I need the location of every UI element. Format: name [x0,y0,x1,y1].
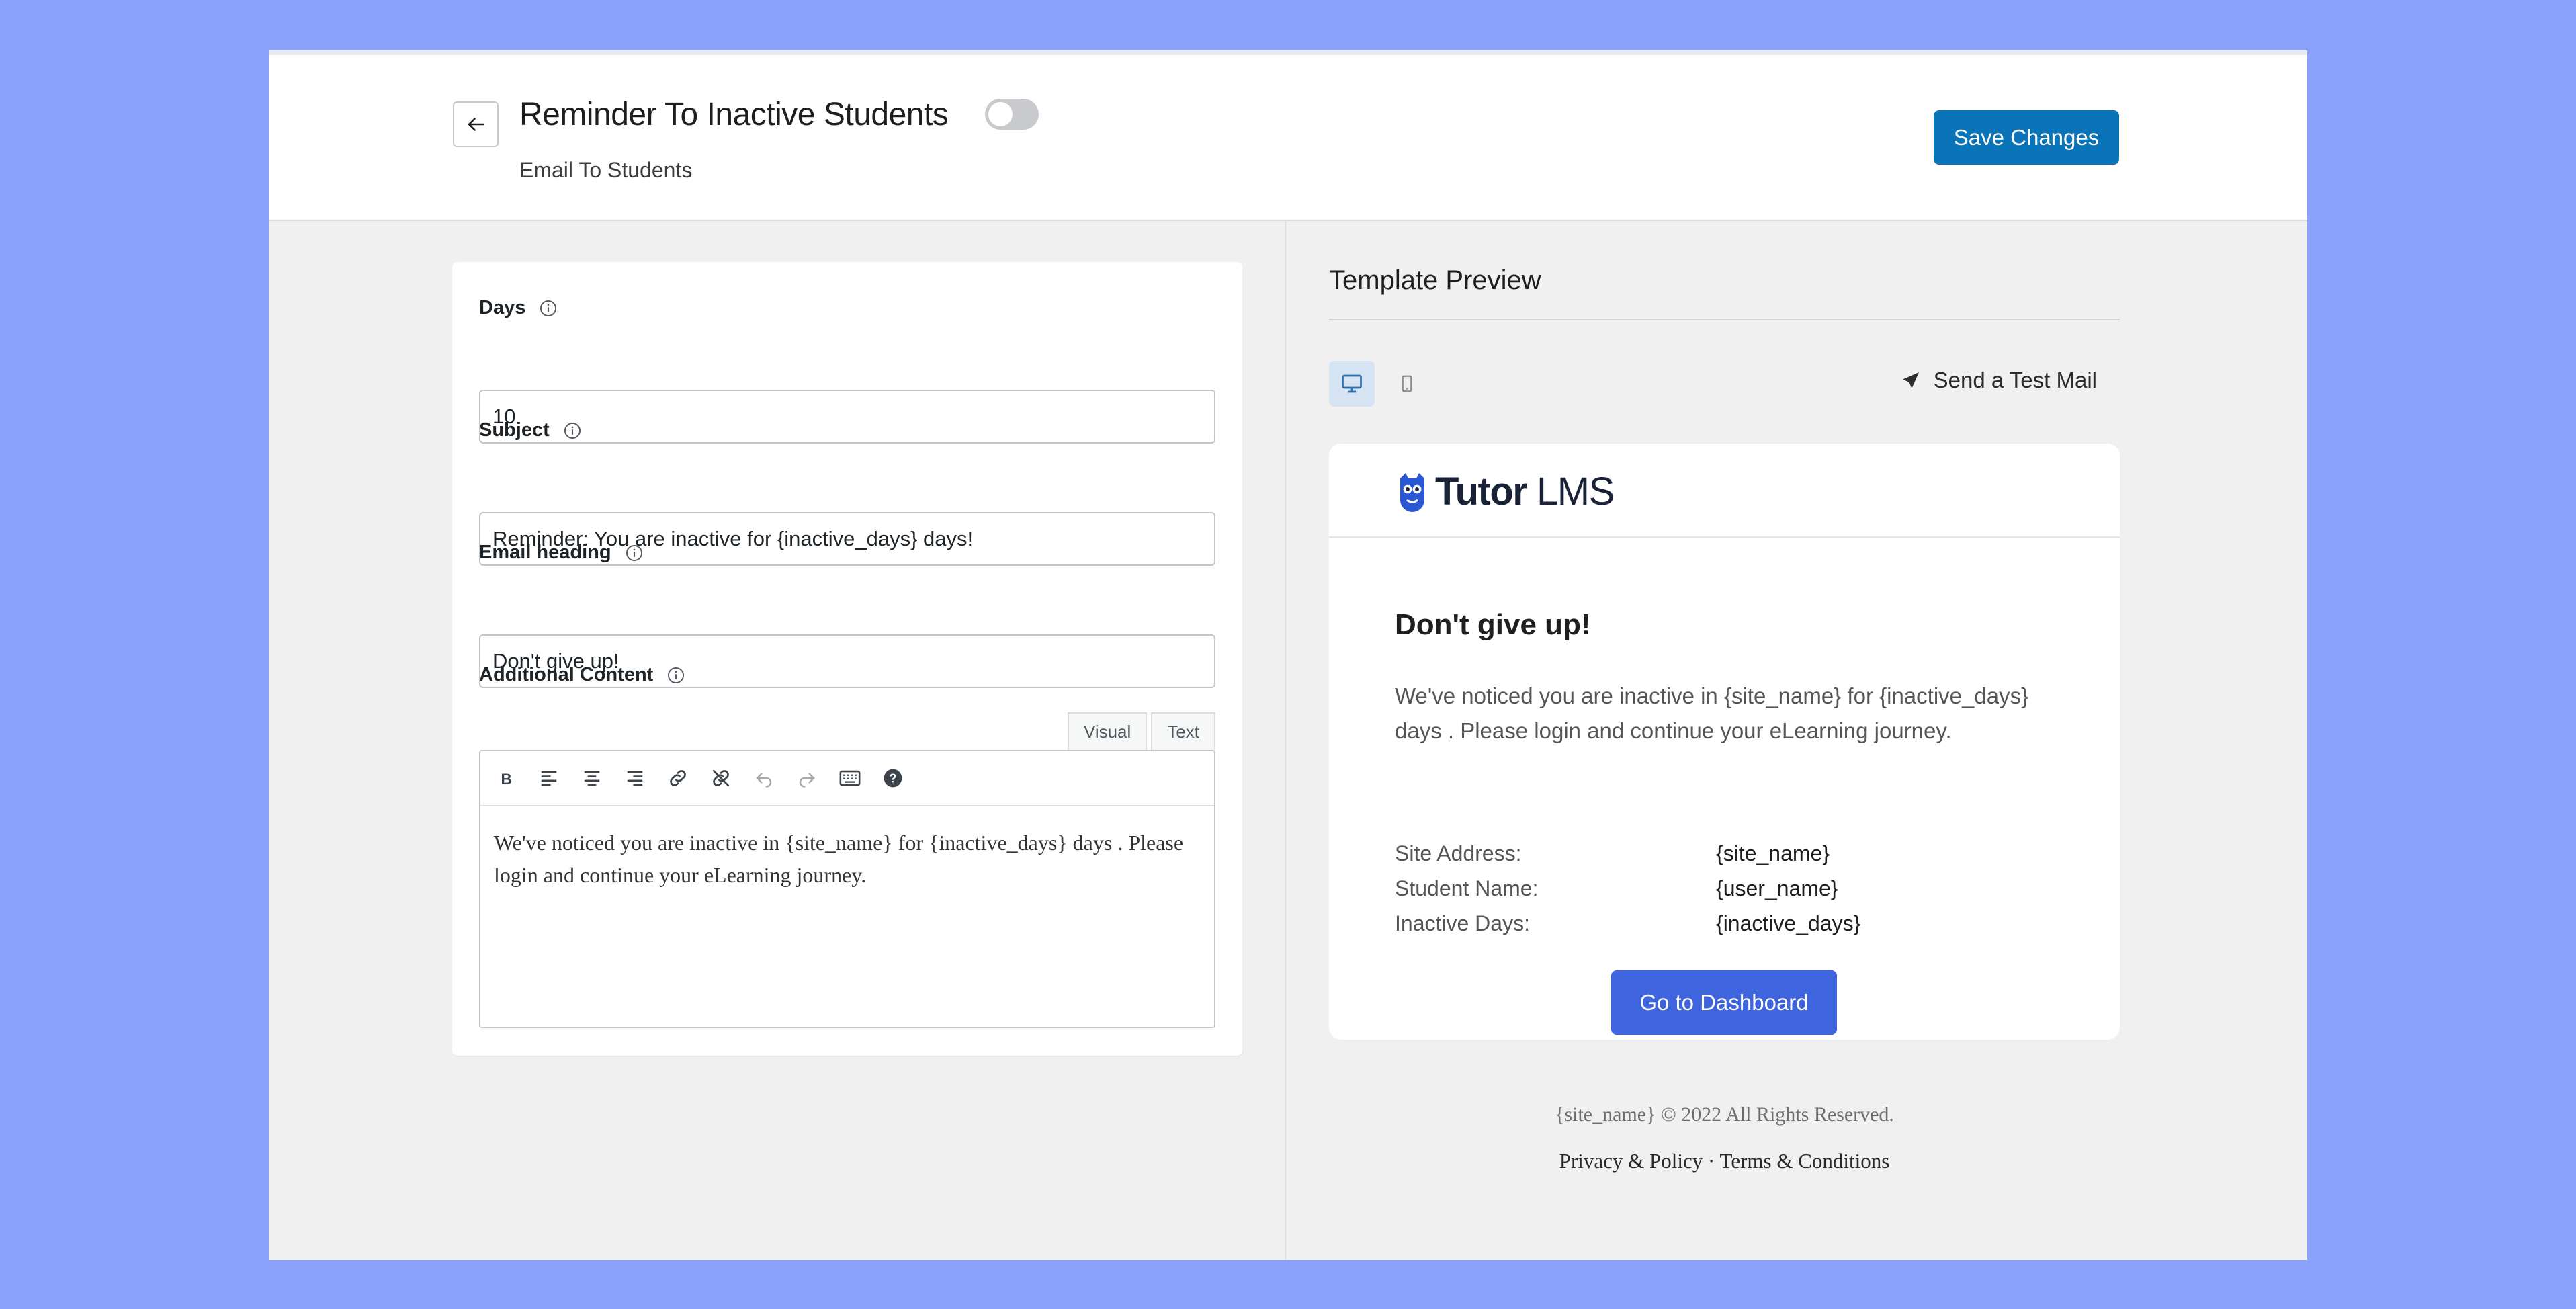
align-right-icon[interactable] [623,766,647,790]
info-row-value: {site_name} [1716,841,1830,865]
info-row-value: {user_name} [1716,876,1838,900]
logo-brand: Tutor [1435,470,1528,513]
desktop-view-button[interactable] [1329,361,1375,407]
days-label: Days [479,297,558,319]
info-row: Site Address: {site_name} [1395,841,2000,866]
email-heading-label: Email heading [479,542,644,564]
send-test-mail-button[interactable]: Send a Test Mail [1900,368,2097,393]
send-test-mail-label: Send a Test Mail [1933,368,2097,392]
info-row-label: Site Address: [1395,841,1522,865]
subject-label-text: Subject [479,419,550,441]
panel-divider [1285,221,1286,1260]
footer-copyright: {site_name} © 2022 All Rights Reserved. [1555,1103,1894,1126]
additional-content-label-text: Additional Content [479,664,654,685]
email-heading-label-text: Email heading [479,542,611,563]
days-input[interactable] [479,390,1215,444]
terms-conditions-link[interactable]: Terms & Conditions [1720,1149,1890,1173]
align-center-icon[interactable] [580,766,604,790]
logo-suffix: LMS [1537,470,1615,513]
email-header: Tutor LMS [1329,444,2120,538]
settings-form: Days Subject Email heading [452,262,1242,1056]
content-editor: B ? We've noticed you are inactive in {s… [479,750,1215,1028]
go-to-dashboard-button[interactable]: Go to Dashboard [1611,970,1837,1035]
tab-visual[interactable]: Visual [1067,712,1148,750]
info-icon[interactable] [625,544,644,562]
email-body-text: We've noticed you are inactive in {site_… [1395,683,2029,743]
page-subtitle: Email To Students [519,158,693,182]
mobile-icon [1402,375,1412,392]
align-left-icon[interactable] [537,766,561,790]
tutor-lms-logo: Tutor LMS [1395,469,1615,514]
info-row: Inactive Days: {inactive_days} [1395,911,2000,936]
editor-toolbar: B ? [480,751,1214,806]
bold-icon[interactable]: B [494,766,518,790]
arrow-left-icon [468,118,484,131]
info-row-label: Student Name: [1395,876,1539,900]
back-button[interactable] [453,101,499,147]
help-icon[interactable]: ? [881,766,905,790]
footer-separator: · [1708,1149,1715,1173]
info-row-label: Inactive Days: [1395,911,1530,935]
page-title: Reminder To Inactive Students [519,97,949,132]
days-label-text: Days [479,297,526,319]
logo-wordmark: Tutor LMS [1435,469,1615,514]
editor-mode-tabs: Visual Text [1067,712,1215,750]
info-icon[interactable] [563,421,582,440]
preview-title: Template Preview [1329,265,1541,295]
unlink-icon[interactable] [709,766,733,790]
owl-logo-icon [1400,472,1424,512]
additional-content-label: Additional Content [479,664,685,686]
privacy-policy-link[interactable]: Privacy & Policy [1559,1149,1703,1173]
header-bar: Reminder To Inactive Students Email To S… [269,55,2307,221]
desktop-icon [1342,374,1362,393]
email-preview-card: Tutor LMS Don't give up! We've noticed y… [1329,444,2120,1040]
undo-icon[interactable] [752,766,776,790]
info-row-value: {inactive_days} [1716,911,1861,935]
svg-text:?: ? [889,771,896,786]
save-changes-button[interactable]: Save Changes [1934,110,2119,165]
keyboard-icon[interactable] [838,766,862,790]
tab-text[interactable]: Text [1151,712,1215,750]
link-icon[interactable] [666,766,690,790]
preview-divider [1329,319,2120,320]
mobile-view-button[interactable] [1384,361,1430,407]
info-row: Student Name: {user_name} [1395,876,2000,901]
subject-label: Subject [479,419,582,441]
info-icon[interactable] [539,299,558,318]
footer-links: Privacy & Policy · Terms & Conditions [1329,1149,2120,1173]
email-heading: Don't give up! [1395,608,1591,641]
svg-text:B: B [501,771,512,788]
toggle-knob [988,102,1013,126]
paper-plane-icon [1902,372,1919,388]
enable-toggle[interactable] [985,99,1039,130]
app-window: Reminder To Inactive Students Email To S… [269,50,2307,1260]
info-icon[interactable] [667,666,685,685]
editor-body[interactable]: We've noticed you are inactive in {site_… [480,806,1214,911]
redo-icon[interactable] [795,766,819,790]
